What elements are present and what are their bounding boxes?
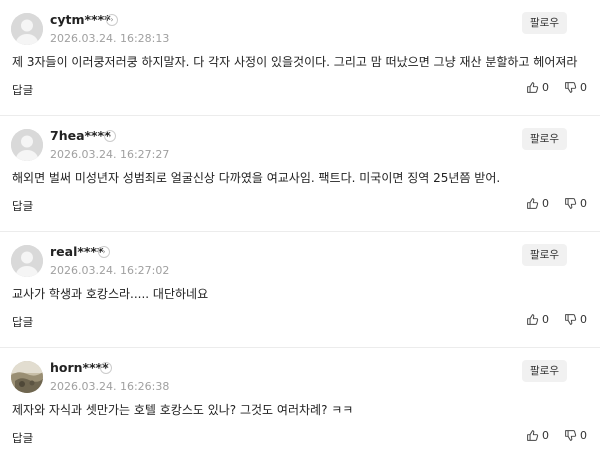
dislike-button[interactable]: 0 xyxy=(564,197,587,210)
thumb-up-icon xyxy=(527,314,539,325)
follow-button[interactable]: 팔로우 xyxy=(522,360,567,382)
thumb-up-icon xyxy=(527,198,539,209)
like-button[interactable]: 0 xyxy=(526,429,549,442)
avatar[interactable] xyxy=(11,129,43,161)
avatar[interactable] xyxy=(11,361,43,393)
dislike-button[interactable]: 0 xyxy=(564,313,587,326)
timestamp: 2026.03.24. 16:26:38 xyxy=(50,380,170,393)
thumb-down-icon xyxy=(565,314,577,325)
dislike-count: 0 xyxy=(580,313,587,326)
chevron-right-icon[interactable]: › xyxy=(104,130,116,142)
comment-text: 제자와 자식과 셋만가는 호텔 호캉스도 있나? 그것도 여러차례? ㅋㅋ xyxy=(12,403,354,417)
default-avatar-icon xyxy=(11,129,43,161)
comment-item: horn**** › 2026.03.24. 16:26:38 팔로우 제자와 … xyxy=(0,348,600,464)
follow-button[interactable]: 팔로우 xyxy=(522,128,567,150)
comment-text: 제 3자들이 이러쿵저러쿵 하지말자. 다 각자 사정이 있을것이다. 그리고 … xyxy=(12,55,578,69)
chevron-right-icon[interactable]: › xyxy=(100,362,112,374)
thumb-down-icon xyxy=(565,82,577,93)
comment-list: cytm**** › 2026.03.24. 16:28:13 팔로우 제 3자… xyxy=(0,0,600,464)
username[interactable]: real**** xyxy=(50,244,104,259)
comment-item: real**** › 2026.03.24. 16:27:02 팔로우 교사가 … xyxy=(0,232,600,348)
thumb-up-icon xyxy=(527,82,539,93)
like-button[interactable]: 0 xyxy=(526,81,549,94)
reply-button[interactable]: 답글 xyxy=(12,430,33,446)
timestamp: 2026.03.24. 16:28:13 xyxy=(50,32,170,45)
like-count: 0 xyxy=(542,313,549,326)
dislike-count: 0 xyxy=(580,197,587,210)
reply-button[interactable]: 답글 xyxy=(12,198,33,214)
timestamp: 2026.03.24. 16:27:27 xyxy=(50,148,170,161)
like-count: 0 xyxy=(542,81,549,94)
dislike-button[interactable]: 0 xyxy=(564,81,587,94)
thumb-down-icon xyxy=(565,430,577,441)
timestamp: 2026.03.24. 16:27:02 xyxy=(50,264,170,277)
comment-item: cytm**** › 2026.03.24. 16:28:13 팔로우 제 3자… xyxy=(0,0,600,116)
dislike-button[interactable]: 0 xyxy=(564,429,587,442)
comment-text: 해외면 벌써 미성년자 성범죄로 얼굴신상 다까였을 여교사임. 팩트다. 미국… xyxy=(12,171,501,185)
like-button[interactable]: 0 xyxy=(526,313,549,326)
default-avatar-icon xyxy=(11,245,43,277)
thumb-up-icon xyxy=(527,430,539,441)
avatar[interactable] xyxy=(11,245,43,277)
photo-avatar xyxy=(11,361,43,393)
avatar[interactable] xyxy=(11,13,43,45)
like-count: 0 xyxy=(542,197,549,210)
comment-item: 7hea**** › 2026.03.24. 16:27:27 팔로우 해외면 … xyxy=(0,116,600,232)
like-button[interactable]: 0 xyxy=(526,197,549,210)
reply-button[interactable]: 답글 xyxy=(12,82,33,98)
follow-button[interactable]: 팔로우 xyxy=(522,12,567,34)
dislike-count: 0 xyxy=(580,81,587,94)
like-count: 0 xyxy=(542,429,549,442)
thumb-down-icon xyxy=(565,198,577,209)
dislike-count: 0 xyxy=(580,429,587,442)
chevron-right-icon[interactable]: › xyxy=(98,246,110,258)
follow-button[interactable]: 팔로우 xyxy=(522,244,567,266)
comment-text: 교사가 학생과 호캉스라..... 대단하네요 xyxy=(12,287,209,301)
username[interactable]: cytm**** xyxy=(50,12,111,27)
username[interactable]: 7hea**** xyxy=(50,128,111,143)
chevron-right-icon[interactable]: › xyxy=(106,14,118,26)
reply-button[interactable]: 답글 xyxy=(12,314,33,330)
default-avatar-icon xyxy=(11,13,43,45)
